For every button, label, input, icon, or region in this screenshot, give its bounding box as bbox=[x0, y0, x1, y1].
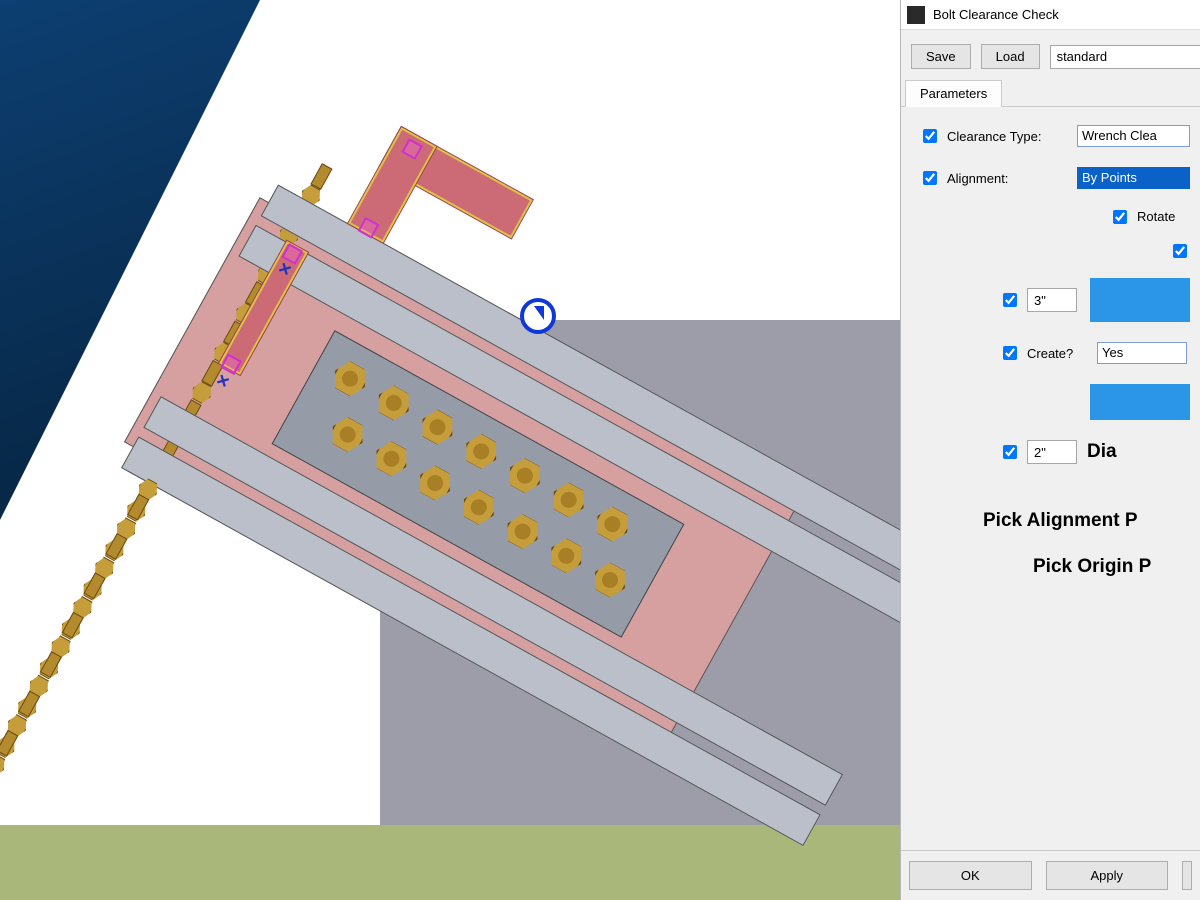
color-swatch[interactable] bbox=[1090, 384, 1190, 420]
dim2-checkbox[interactable] bbox=[1003, 445, 1017, 459]
save-button[interactable]: Save bbox=[911, 44, 971, 69]
color-swatch[interactable] bbox=[1090, 278, 1190, 322]
pick-alignment-prompt[interactable]: Pick Alignment P bbox=[923, 510, 1190, 532]
diameter-label: Dia bbox=[1087, 441, 1117, 463]
app-icon bbox=[907, 6, 925, 24]
dialog-titlebar[interactable]: Bolt Clearance Check bbox=[901, 0, 1200, 30]
create-label: Create? bbox=[1027, 346, 1087, 361]
clearance-type-label: Clearance Type: bbox=[947, 129, 1067, 144]
dim2-input[interactable] bbox=[1027, 440, 1077, 464]
tab-parameters[interactable]: Parameters bbox=[905, 80, 1002, 107]
dim1-checkbox[interactable] bbox=[1003, 293, 1017, 307]
more-button[interactable] bbox=[1182, 861, 1192, 890]
bolt-clearance-dialog: Bolt Clearance Check Save Load Parameter… bbox=[900, 0, 1200, 900]
create-checkbox[interactable] bbox=[1003, 346, 1017, 360]
alignment-checkbox[interactable] bbox=[923, 171, 937, 185]
ground-plane bbox=[0, 825, 900, 900]
clearance-type-combo[interactable]: Wrench Clea bbox=[1077, 125, 1190, 147]
dim1-input[interactable] bbox=[1027, 288, 1077, 312]
sub-option-checkbox[interactable] bbox=[1173, 244, 1187, 258]
ok-button[interactable]: OK bbox=[909, 861, 1032, 890]
rotate-label: Rotate bbox=[1137, 209, 1175, 224]
clearance-type-checkbox[interactable] bbox=[923, 129, 937, 143]
alignment-label: Alignment: bbox=[947, 171, 1067, 186]
load-button[interactable]: Load bbox=[981, 44, 1040, 69]
apply-button[interactable]: Apply bbox=[1046, 861, 1169, 890]
tab-strip: Parameters bbox=[901, 79, 1200, 106]
dialog-footer: OK Apply bbox=[901, 850, 1200, 900]
create-combo[interactable]: Yes bbox=[1097, 342, 1187, 364]
preset-name-input[interactable] bbox=[1050, 45, 1200, 69]
parameters-panel: Clearance Type: Wrench Clea Alignment: B… bbox=[901, 106, 1200, 850]
alignment-combo[interactable]: By Points bbox=[1077, 167, 1190, 189]
preset-toolbar: Save Load bbox=[901, 30, 1200, 79]
model-viewport[interactable]: × × bbox=[0, 0, 900, 900]
rotate-checkbox[interactable] bbox=[1113, 210, 1127, 224]
picked-point-cursor bbox=[520, 298, 556, 334]
pick-origin-prompt[interactable]: Pick Origin P bbox=[923, 556, 1190, 578]
dialog-title: Bolt Clearance Check bbox=[933, 7, 1059, 22]
